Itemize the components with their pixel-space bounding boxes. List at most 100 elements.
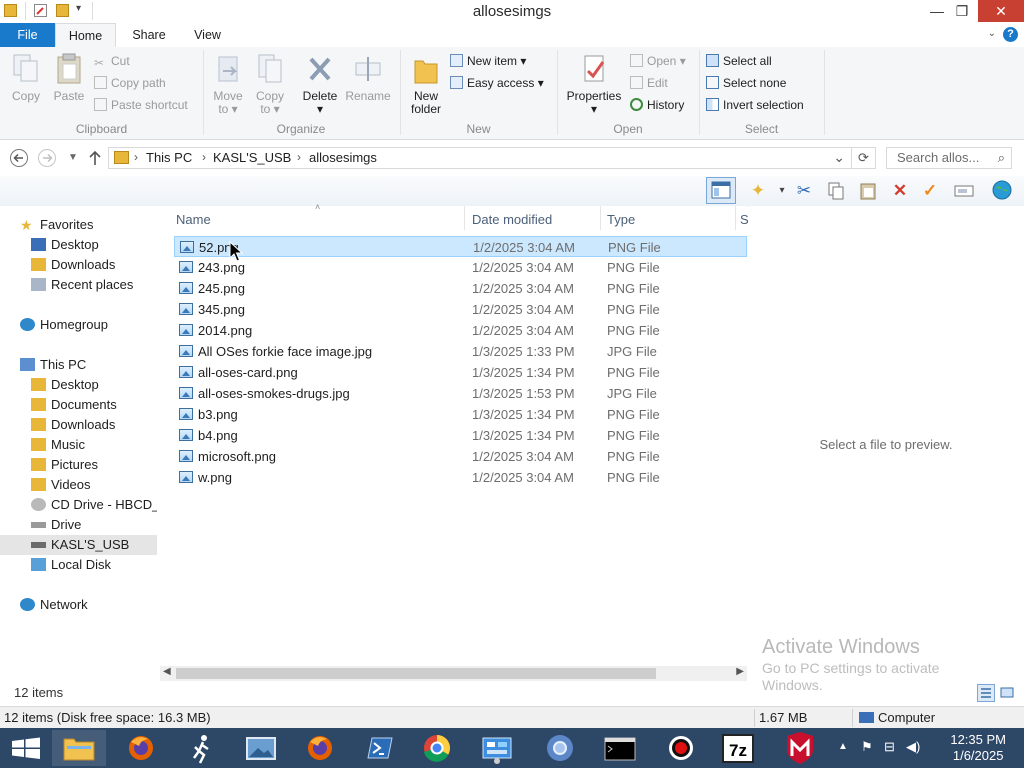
nav-pc-pictures[interactable]: Pictures — [0, 455, 157, 475]
new-folder-button[interactable]: New folder — [405, 53, 447, 116]
file-row[interactable]: w.png 1/2/2025 3:04 AM PNG File — [174, 467, 747, 488]
nav-pc-downloads[interactable]: Downloads — [0, 415, 157, 435]
search-input[interactable]: Search allos... ⌕ — [886, 147, 1012, 169]
address-dropdown-icon[interactable]: ⌄ — [833, 149, 845, 166]
file-row[interactable]: 52.png 1/2/2025 3:04 AM PNG File — [174, 236, 747, 257]
scroll-left-icon[interactable]: ◀ — [163, 666, 171, 677]
properties-button[interactable]: Properties ▾ — [563, 53, 625, 116]
nav-pc-usb[interactable]: KASL'S_USB — [0, 535, 157, 555]
file-row[interactable]: 2014.png 1/2/2025 3:04 AM PNG File — [174, 320, 747, 341]
breadcrumb-this-pc[interactable]: This PC — [146, 150, 192, 165]
file-row[interactable]: all-oses-smokes-drugs.jpg 1/3/2025 1:53 P… — [174, 383, 747, 404]
new-item-button[interactable]: New item ▾ — [450, 52, 526, 70]
chevron-right-icon[interactable]: › — [202, 150, 206, 164]
nav-pc-desktop[interactable]: Desktop — [0, 375, 157, 395]
file-explorer-taskbar-icon[interactable] — [52, 730, 106, 766]
horizontal-scrollbar[interactable]: ◀ ▶ — [160, 666, 747, 681]
edit-button[interactable]: Edit — [630, 74, 668, 92]
column-header-type[interactable]: Type — [607, 212, 635, 227]
recent-locations-icon[interactable]: ▼ — [62, 147, 84, 169]
start-button[interactable] — [0, 730, 54, 766]
back-button[interactable] — [8, 147, 30, 169]
maximize-button[interactable]: ❐ — [945, 0, 979, 22]
new-folder-icon[interactable]: ✦ — [746, 180, 770, 202]
column-divider[interactable] — [735, 206, 736, 230]
delete-icon[interactable]: ✕ — [888, 180, 912, 202]
nav-favorites-recent[interactable]: Recent places — [0, 275, 157, 295]
file-row[interactable]: 245.png 1/2/2025 3:04 AM PNG File — [174, 278, 747, 299]
column-divider[interactable] — [600, 206, 601, 230]
mcafee-taskbar-icon[interactable] — [773, 730, 827, 766]
forward-button[interactable] — [36, 147, 58, 169]
chevron-right-icon[interactable]: › — [134, 150, 138, 164]
close-button[interactable]: ✕ — [978, 0, 1024, 22]
chevron-down-icon[interactable]: ▾ — [770, 180, 794, 202]
invert-selection-button[interactable]: Invert selection — [706, 96, 804, 114]
preview-pane-toggle[interactable] — [706, 177, 736, 204]
large-icons-view-button[interactable] — [999, 684, 1017, 702]
details-view-button[interactable] — [977, 684, 995, 702]
chevron-right-icon[interactable]: › — [297, 150, 301, 164]
file-row[interactable]: 345.png 1/2/2025 3:04 AM PNG File — [174, 299, 747, 320]
clock[interactable]: 12:35 PM 1/6/2025 — [950, 732, 1006, 764]
up-button[interactable] — [84, 147, 106, 169]
screen-recorder-taskbar-icon[interactable] — [654, 730, 708, 766]
copy-to-button[interactable]: Copy to ▾ — [252, 53, 288, 116]
breadcrumb-allosesimgs[interactable]: allosesimgs — [309, 150, 377, 165]
nav-favorites-desktop[interactable]: Desktop — [0, 235, 157, 255]
firefox-taskbar-icon[interactable] — [114, 730, 168, 766]
column-header-name[interactable]: Name — [176, 212, 211, 227]
file-row[interactable]: b3.png 1/3/2025 1:34 PM PNG File — [174, 404, 747, 425]
runner-taskbar-icon[interactable] — [175, 730, 229, 766]
nav-pc-drive[interactable]: Drive — [0, 515, 157, 535]
7zip-taskbar-icon[interactable]: 7z — [711, 730, 765, 766]
column-divider[interactable] — [464, 206, 465, 230]
cut-icon[interactable]: ✂ — [792, 180, 816, 202]
command-prompt-taskbar-icon[interactable] — [593, 730, 647, 766]
copy-icon[interactable] — [824, 180, 848, 202]
select-none-button[interactable]: Select none — [706, 74, 786, 92]
rename-button[interactable]: Rename — [343, 53, 393, 103]
chrome-taskbar-icon[interactable] — [410, 730, 464, 766]
globe-icon[interactable] — [990, 180, 1014, 202]
tab-view[interactable]: View — [180, 23, 235, 47]
history-button[interactable]: History — [630, 96, 684, 114]
delete-button[interactable]: Delete ▾ — [298, 53, 342, 116]
scroll-right-icon[interactable]: ▶ — [736, 666, 744, 677]
nav-favorites[interactable]: ★ Favorites — [0, 215, 157, 235]
chromium-taskbar-icon[interactable] — [533, 730, 587, 766]
nav-pc-music[interactable]: Music — [0, 435, 157, 455]
open-button[interactable]: Open ▾ — [630, 52, 686, 70]
photos-taskbar-icon[interactable] — [234, 730, 288, 766]
help-icon[interactable]: ? — [1003, 27, 1018, 42]
file-row[interactable]: microsoft.png 1/2/2025 3:04 AM PNG File — [174, 446, 747, 467]
nav-favorites-downloads[interactable]: Downloads — [0, 255, 157, 275]
tab-share[interactable]: Share — [120, 23, 178, 47]
cut-button[interactable]: ✂ Cut — [94, 52, 130, 70]
move-to-button[interactable]: Move to ▾ — [210, 53, 246, 116]
breadcrumb-usb[interactable]: KASL'S_USB — [213, 150, 291, 165]
easy-access-button[interactable]: Easy access ▾ — [450, 74, 544, 92]
column-header-date[interactable]: Date modified — [472, 212, 552, 227]
paste-icon[interactable] — [856, 180, 880, 202]
firefox-2-taskbar-icon[interactable] — [293, 730, 347, 766]
file-row[interactable]: 243.png 1/2/2025 3:04 AM PNG File — [174, 257, 747, 278]
nav-network[interactable]: Network — [0, 595, 157, 615]
show-hidden-icons-icon[interactable]: ▲ — [838, 741, 848, 752]
tab-file[interactable]: File — [0, 23, 55, 47]
paste-shortcut-button[interactable]: Paste shortcut — [94, 96, 188, 114]
rename-icon[interactable] — [952, 180, 976, 202]
nav-this-pc[interactable]: This PC — [0, 355, 157, 375]
copy-path-button[interactable]: Copy path — [94, 74, 166, 92]
checkmark-icon[interactable]: ✓ — [918, 180, 942, 202]
expand-ribbon-icon[interactable]: ⌄ — [988, 28, 996, 39]
action-center-flag-icon[interactable]: ⚑ — [861, 739, 873, 755]
scrollbar-thumb[interactable] — [176, 668, 656, 679]
network-status-icon[interactable]: ⊟ — [884, 739, 895, 755]
search-icon[interactable]: ⌕ — [998, 150, 1005, 166]
powershell-taskbar-icon[interactable] — [352, 730, 406, 766]
select-all-button[interactable]: Select all — [706, 52, 772, 70]
address-bar[interactable]: › This PC › KASL'S_USB › allosesimgs ⌄ — [108, 147, 852, 169]
file-row[interactable]: b4.png 1/3/2025 1:34 PM PNG File — [174, 425, 747, 446]
paste-button[interactable]: Paste — [50, 53, 88, 103]
